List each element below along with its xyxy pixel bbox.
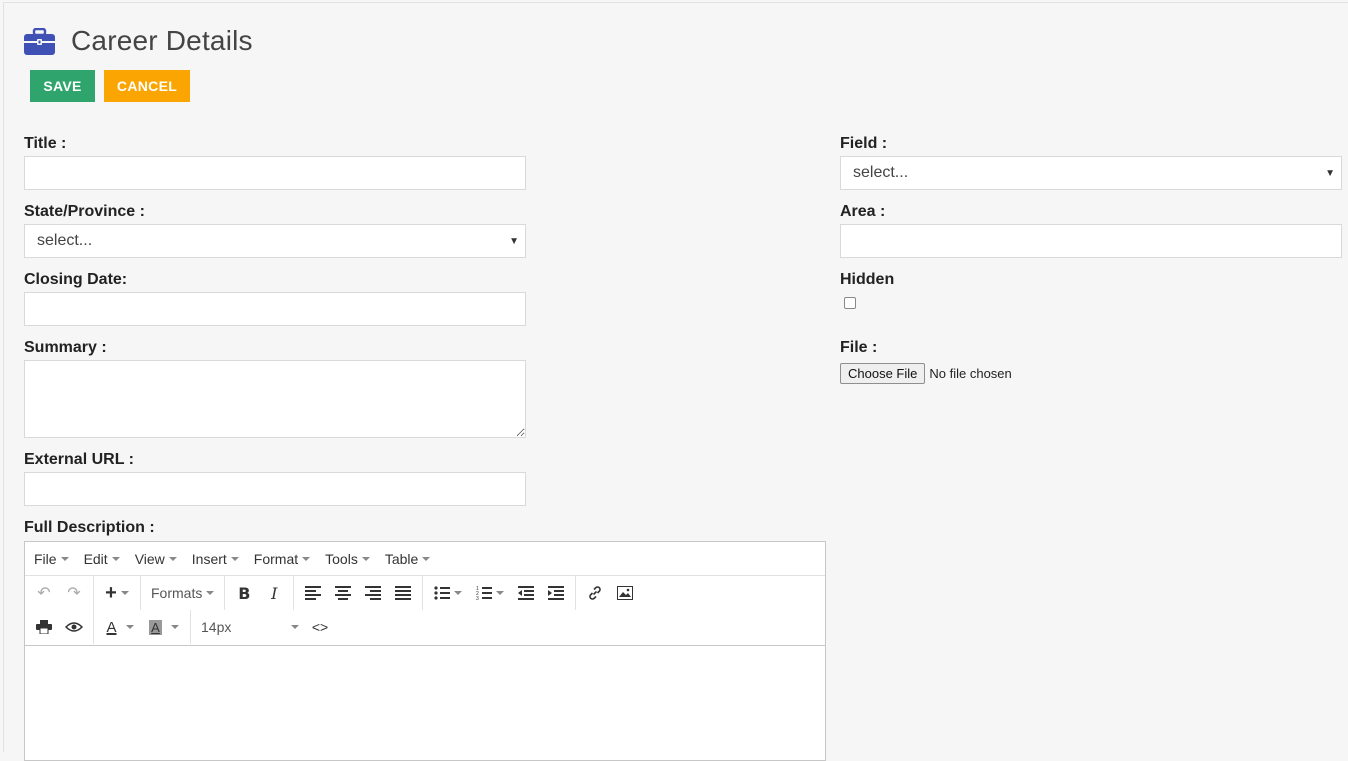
italic-icon[interactable]: I: [259, 579, 289, 607]
cancel-button[interactable]: CANCEL: [104, 70, 190, 102]
hidden-checkbox[interactable]: [844, 297, 856, 309]
editor-content-area[interactable]: [25, 645, 825, 760]
background-color-icon[interactable]: A: [142, 613, 186, 641]
external-url-input[interactable]: [24, 472, 526, 506]
link-icon[interactable]: [580, 579, 610, 607]
rich-text-editor: File Edit View Insert Format Tools Table…: [24, 541, 826, 761]
state-label: State/Province :: [24, 203, 145, 220]
menu-format[interactable]: Format: [254, 551, 311, 567]
undo-icon[interactable]: ↶: [29, 579, 59, 607]
formats-dropdown[interactable]: Formats: [145, 585, 220, 601]
source-code-icon[interactable]: <>: [305, 613, 335, 641]
numbered-list-icon[interactable]: 123: [469, 579, 511, 607]
file-label: File :: [840, 339, 878, 356]
menu-view[interactable]: View: [135, 551, 177, 567]
svg-text:3: 3: [476, 596, 479, 600]
summary-label: Summary :: [24, 339, 107, 356]
choose-file-button[interactable]: Choose File: [840, 363, 926, 384]
page-header: Career Details: [24, 25, 253, 57]
image-icon[interactable]: [610, 579, 640, 607]
title-input[interactable]: [24, 156, 526, 190]
align-justify-icon[interactable]: [388, 579, 418, 607]
full-description-label: Full Description :: [24, 519, 155, 536]
external-url-label: External URL :: [24, 451, 134, 468]
insert-plus-icon[interactable]: +: [98, 579, 136, 607]
align-right-icon[interactable]: [358, 579, 388, 607]
summary-textarea[interactable]: [24, 360, 526, 438]
field-label: Field :: [840, 135, 888, 152]
bullet-list-icon[interactable]: [427, 579, 469, 607]
bold-icon[interactable]: B: [229, 579, 259, 607]
title-label: Title :: [24, 135, 67, 152]
briefcase-icon: [24, 27, 55, 55]
closing-date-input[interactable]: [24, 292, 526, 326]
hidden-label: Hidden: [840, 271, 895, 288]
editor-toolbar-row-1: ↶ ↷ + Formats B I 1 2 3: [25, 576, 825, 610]
field-select[interactable]: select... ▼: [840, 156, 1342, 190]
menu-insert[interactable]: Insert: [192, 551, 239, 567]
page-title: Career Details: [71, 25, 253, 56]
align-left-icon[interactable]: [298, 579, 328, 607]
file-picker: Choose File No file chosen: [840, 363, 1012, 384]
editor-menubar: File Edit View Insert Format Tools Table: [25, 542, 825, 576]
font-size-dropdown[interactable]: 14px: [195, 619, 305, 635]
save-button[interactable]: SAVE: [30, 70, 95, 102]
indent-icon[interactable]: [541, 579, 571, 607]
align-center-icon[interactable]: [328, 579, 358, 607]
preview-eye-icon[interactable]: [59, 613, 89, 641]
editor-toolbar-row-2: A A 14px <>: [25, 610, 825, 644]
state-select-value: select...: [37, 232, 93, 249]
field-select-value: select...: [853, 164, 909, 181]
menu-tools[interactable]: Tools: [325, 551, 370, 567]
dropdown-arrow-icon: ▼: [509, 235, 519, 247]
menu-edit[interactable]: Edit: [84, 551, 120, 567]
area-label: Area :: [840, 203, 886, 220]
state-select[interactable]: select... ▼: [24, 224, 526, 258]
closing-date-label: Closing Date:: [24, 271, 128, 288]
outdent-icon[interactable]: [511, 579, 541, 607]
print-icon[interactable]: [29, 613, 59, 641]
menu-file[interactable]: File: [34, 551, 69, 567]
file-status: No file chosen: [929, 366, 1012, 381]
redo-icon[interactable]: ↷: [59, 579, 89, 607]
menu-table[interactable]: Table: [385, 551, 431, 567]
text-color-icon[interactable]: A: [98, 613, 142, 641]
dropdown-arrow-icon: ▼: [1325, 167, 1335, 179]
area-input[interactable]: [840, 224, 1342, 258]
